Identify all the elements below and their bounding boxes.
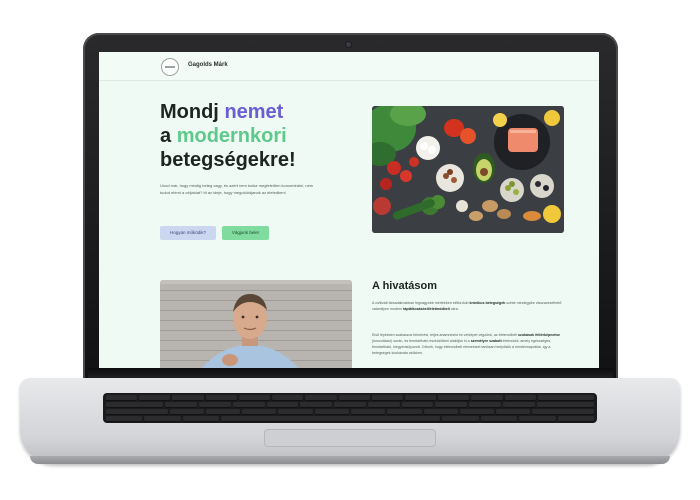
about-title: A hivatásom <box>372 280 438 292</box>
hero-word-a: a <box>160 125 172 147</box>
keyboard <box>103 393 597 423</box>
how-it-works-button[interactable]: Hogyan működik? <box>160 226 216 240</box>
hero-word-modernkori: modernkori <box>176 125 287 147</box>
vegetables-photo <box>372 106 564 233</box>
hero-word-mondj: Mondj <box>160 101 219 123</box>
vegetables-illustration <box>372 106 564 233</box>
keyboard-row <box>106 416 595 422</box>
about-paragraph-1: A civilizált társadalmakban legnagyobb m… <box>372 300 562 312</box>
keyboard-row <box>106 409 594 415</box>
trackpad <box>264 429 436 447</box>
brand-name[interactable]: Gagolds Márk <box>188 62 228 68</box>
about-p1-text-e: okra. <box>450 307 459 311</box>
about-p2-highlight-personalized: személyre szabott <box>470 339 502 343</box>
keyboard-row <box>106 402 594 408</box>
profile-photo <box>160 280 352 368</box>
about-paragraph-2: Első lépésben szakaszos felmérést, telje… <box>372 332 562 356</box>
about-p1-highlight-lifestyle: táplálkozásbeli/életmódbeli <box>403 307 450 311</box>
about-p1-text-a: A civilizált társadalmakban legnagyobb m… <box>372 301 469 305</box>
about-p2-text-c: (konzultáció) során, és fenntartható esz… <box>372 339 470 343</box>
about-p1-highlight-chronic: krónikus betegségek <box>469 301 506 305</box>
site-header: Gagolds Márk <box>99 52 599 81</box>
get-started-button[interactable]: Vágjunk bele! <box>222 226 269 240</box>
hero-title: Mondj nemet a modernkori betegségekre! <box>160 100 360 172</box>
laptop-screen: Gagolds Márk Mondj nemet a modernkori be… <box>99 52 599 368</box>
hero-word-betegsegekre: betegségekre! <box>160 149 296 171</box>
laptop-base-edge <box>30 456 670 464</box>
webcam-icon <box>346 42 351 47</box>
about-p2-highlight-habits: szokások feltérképezése <box>518 333 560 337</box>
site-logo[interactable] <box>161 58 179 76</box>
hero-description: Unod már, hogy mindig beteg vagy, és azé… <box>160 183 314 195</box>
person-illustration <box>160 280 352 368</box>
hero-word-nemet: nemet <box>224 101 284 123</box>
about-p2-text-a: Első lépésben szakaszos felmérést, telje… <box>372 333 518 337</box>
keyboard-row <box>106 395 595 401</box>
